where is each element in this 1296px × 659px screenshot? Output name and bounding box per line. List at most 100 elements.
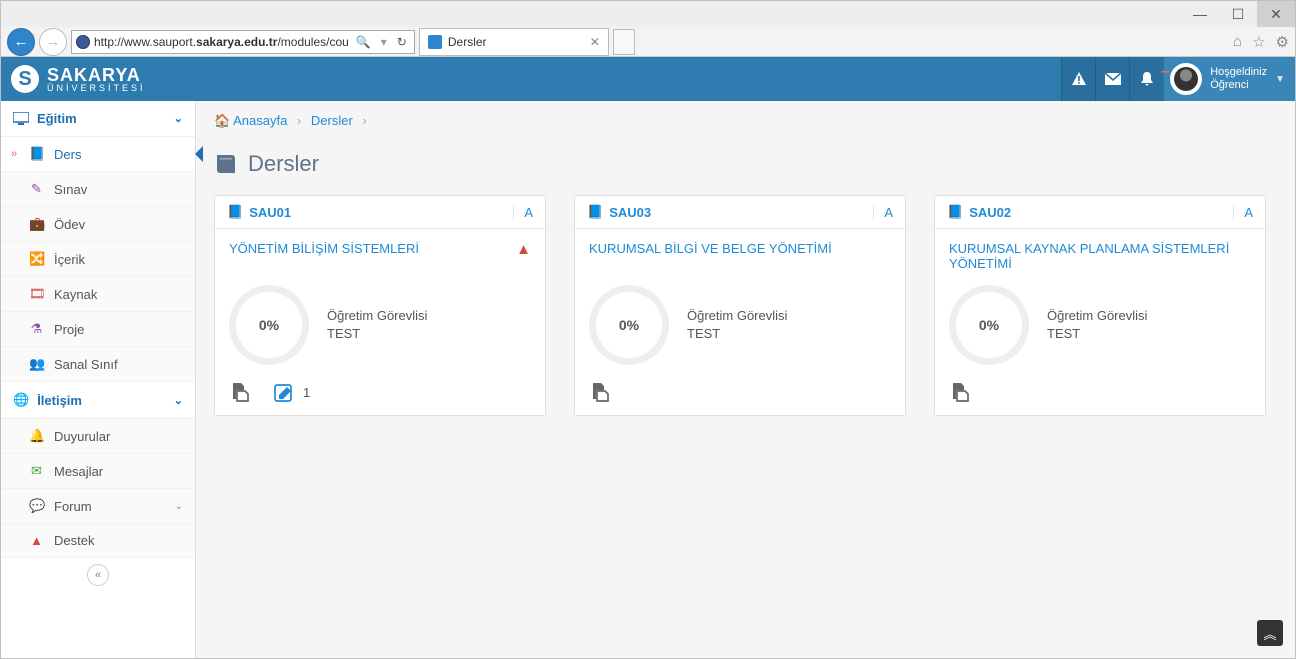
sidebar-section-label: İletişim bbox=[37, 393, 82, 408]
mail-icon: ✉ bbox=[29, 463, 44, 479]
chevron-down-icon: ⌄ bbox=[175, 501, 183, 512]
course-card[interactable]: 📘 SAU01 A YÖNETİM BİLİŞİM SİSTEMLERİ ▲ bbox=[214, 195, 546, 416]
progress-donut: 0% bbox=[589, 285, 669, 365]
browser-tab[interactable]: Dersler ✕ bbox=[419, 28, 609, 56]
sidebar-item-kaynak[interactable]: 🎞 Kaynak bbox=[1, 277, 195, 312]
sidebar-item-sanal-sinif[interactable]: 👥 Sanal Sınıf bbox=[1, 347, 195, 382]
sidebar-item-icerik[interactable]: 🔀 İçerik bbox=[1, 242, 195, 277]
sidebar-item-label: Ders bbox=[54, 147, 81, 162]
sidebar-item-mesajlar[interactable]: ✉ Mesajlar bbox=[1, 454, 195, 489]
instructor: Öğretim Görevlisi TEST bbox=[327, 307, 531, 343]
mail-icon bbox=[1105, 73, 1121, 85]
dropdown-icon[interactable]: ▾ bbox=[378, 35, 390, 49]
course-cards: 📘 SAU01 A YÖNETİM BİLİŞİM SİSTEMLERİ ▲ bbox=[196, 195, 1295, 416]
url-text: http://www.sauport.sakarya.edu.tr/module… bbox=[94, 35, 349, 49]
breadcrumb-home[interactable]: Anasayfa bbox=[233, 113, 287, 128]
home-icon[interactable]: ⌂ bbox=[1233, 33, 1242, 51]
progress-value: 0% bbox=[619, 317, 639, 333]
window-minimize[interactable]: — bbox=[1181, 1, 1219, 27]
course-code: SAU03 bbox=[609, 205, 651, 220]
instructor-name: TEST bbox=[687, 325, 891, 343]
bell-icon: 🔔 bbox=[29, 428, 44, 444]
course-code: SAU02 bbox=[969, 205, 1011, 220]
card-body: YÖNETİM BİLİŞİM SİSTEMLERİ ▲ 0% Öğretim … bbox=[215, 229, 545, 415]
sidebar-item-ders[interactable]: 📘 Ders bbox=[1, 137, 195, 172]
user-menu[interactable]: Hoşgeldiniz Öğrenci ▼ bbox=[1163, 57, 1295, 101]
share-icon: 🔀 bbox=[29, 251, 44, 267]
sidebar-item-odev[interactable]: 💼 Ödev bbox=[1, 207, 195, 242]
header-actions: – Hoşgeldiniz Öğrenci ▼ bbox=[1061, 57, 1295, 101]
header-bell-button[interactable]: – bbox=[1129, 57, 1163, 101]
copy-icon[interactable] bbox=[949, 381, 971, 403]
sidebar-collapse-button[interactable]: « bbox=[87, 564, 109, 586]
user-name: Öğrenci bbox=[1210, 79, 1267, 92]
new-tab-button[interactable] bbox=[613, 29, 635, 55]
tools-icon[interactable]: ⚙ bbox=[1276, 33, 1289, 51]
chat-icon: 💬 bbox=[29, 498, 44, 514]
chevron-down-icon: ⌄ bbox=[174, 112, 183, 125]
favorites-icon[interactable]: ☆ bbox=[1252, 33, 1265, 51]
search-icon[interactable]: 🔍 bbox=[353, 35, 374, 49]
card-header: 📘 SAU01 A bbox=[215, 196, 545, 229]
sidebar-item-sinav[interactable]: ✎ Sınav bbox=[1, 172, 195, 207]
copy-icon[interactable] bbox=[589, 381, 611, 403]
book-icon: 📘 bbox=[29, 146, 44, 162]
window-close[interactable]: ✕ bbox=[1257, 1, 1295, 27]
chevron-down-icon: ▼ bbox=[1275, 74, 1285, 85]
course-title[interactable]: KURUMSAL KAYNAK PLANLAMA SİSTEMLERİ YÖNE… bbox=[949, 241, 1251, 277]
course-title-text: KURUMSAL KAYNAK PLANLAMA SİSTEMLERİ YÖNE… bbox=[949, 241, 1251, 271]
sidebar-item-label: Destek bbox=[54, 533, 94, 548]
edit-icon[interactable] bbox=[273, 381, 295, 403]
nav-back-button[interactable]: ← bbox=[7, 28, 35, 56]
tab-close-icon[interactable]: ✕ bbox=[590, 35, 600, 49]
sidebar-section-label: Eğitim bbox=[37, 111, 77, 126]
header-mail-button[interactable] bbox=[1095, 57, 1129, 101]
app-header: S SAKARYA ÜNİVERSİTESİ – bbox=[1, 57, 1295, 101]
card-header: 📘 SAU02 A bbox=[935, 196, 1265, 229]
app-body: Eğitim ⌄ 📘 Ders ✎ Sınav 💼 Ödev 🔀 İ bbox=[1, 101, 1295, 658]
course-title[interactable]: KURUMSAL BİLGİ VE BELGE YÖNETİMİ bbox=[589, 241, 891, 277]
warning-icon: ▲ bbox=[29, 533, 44, 548]
flask-icon: ⚗ bbox=[29, 321, 44, 337]
card-actions bbox=[949, 381, 1251, 403]
brand-line2: ÜNİVERSİTESİ bbox=[47, 84, 146, 93]
instructor-role: Öğretim Görevlisi bbox=[1047, 307, 1251, 325]
sidebar-item-proje[interactable]: ⚗ Proje bbox=[1, 312, 195, 347]
sidebar-item-label: Sanal Sınıf bbox=[54, 357, 118, 372]
address-bar[interactable]: http://www.sauport.sakarya.edu.tr/module… bbox=[71, 30, 415, 54]
page-title-text: Dersler bbox=[248, 151, 319, 177]
window-titlebar: — ☐ ✕ bbox=[1, 1, 1295, 27]
sidebar-section-egitim[interactable]: Eğitim ⌄ bbox=[1, 101, 195, 137]
sidebar-item-forum[interactable]: 💬 Forum ⌄ bbox=[1, 489, 195, 524]
home-icon: 🏠 bbox=[214, 113, 230, 128]
brand[interactable]: S SAKARYA ÜNİVERSİTESİ bbox=[1, 65, 146, 93]
chevron-down-icon: ⌄ bbox=[174, 394, 183, 407]
warning-icon bbox=[1071, 71, 1087, 87]
course-card[interactable]: 📘 SAU03 A KURUMSAL BİLGİ VE BELGE YÖNETİ… bbox=[574, 195, 906, 416]
brand-line1: SAKARYA bbox=[47, 66, 146, 84]
nav-forward-button[interactable]: → bbox=[39, 28, 67, 56]
course-title-text: KURUMSAL BİLGİ VE BELGE YÖNETİMİ bbox=[589, 241, 832, 256]
scroll-to-top-button[interactable]: ︽ bbox=[1257, 620, 1283, 646]
window-maximize[interactable]: ☐ bbox=[1219, 1, 1257, 27]
instructor-name: TEST bbox=[327, 325, 531, 343]
copy-icon[interactable] bbox=[229, 381, 251, 403]
card-body: KURUMSAL BİLGİ VE BELGE YÖNETİMİ 0% Öğre… bbox=[575, 229, 905, 415]
course-title[interactable]: YÖNETİM BİLİŞİM SİSTEMLERİ ▲ bbox=[229, 241, 531, 277]
sidebar: Eğitim ⌄ 📘 Ders ✎ Sınav 💼 Ödev 🔀 İ bbox=[1, 101, 196, 658]
url-prefix: http://www.sauport. bbox=[94, 35, 196, 49]
avatar-icon bbox=[1174, 67, 1198, 91]
header-warning-button[interactable] bbox=[1061, 57, 1095, 101]
instructor: Öğretim Görevlisi TEST bbox=[687, 307, 891, 343]
progress-value: 0% bbox=[979, 317, 999, 333]
breadcrumb-current[interactable]: Dersler bbox=[311, 113, 353, 128]
briefcase-icon: 💼 bbox=[29, 216, 44, 232]
sidebar-section-iletisim[interactable]: 🌐 İletişim ⌄ bbox=[1, 382, 195, 419]
card-body: KURUMSAL KAYNAK PLANLAMA SİSTEMLERİ YÖNE… bbox=[935, 229, 1265, 415]
progress-value: 0% bbox=[259, 317, 279, 333]
sidebar-item-duyurular[interactable]: 🔔 Duyurular bbox=[1, 419, 195, 454]
url-host: sakarya.edu.tr bbox=[196, 35, 277, 49]
course-card[interactable]: 📘 SAU02 A KURUMSAL KAYNAK PLANLAMA SİSTE… bbox=[934, 195, 1266, 416]
sidebar-item-destek[interactable]: ▲ Destek bbox=[1, 524, 195, 558]
refresh-icon[interactable]: ↻ bbox=[394, 35, 410, 49]
